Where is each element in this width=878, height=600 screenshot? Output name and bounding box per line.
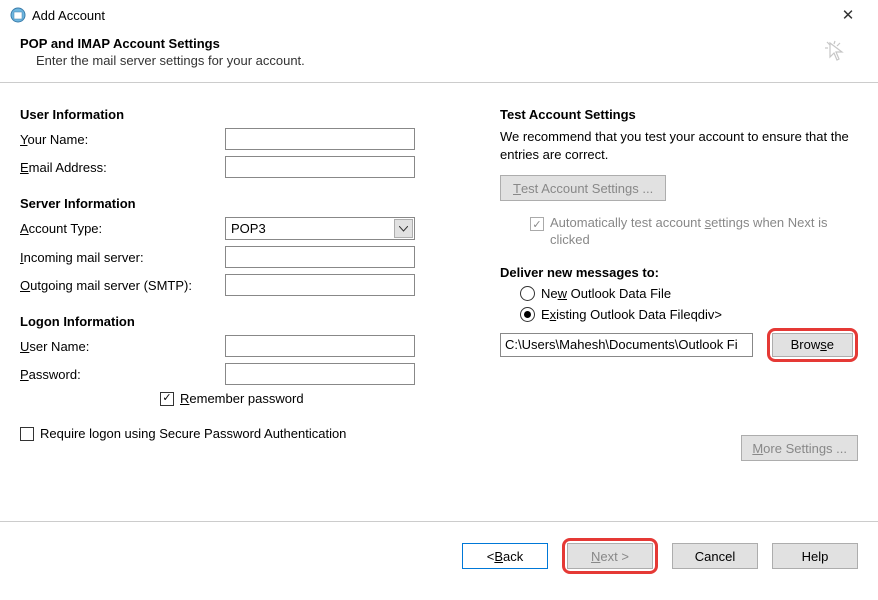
password-input[interactable] bbox=[225, 363, 415, 385]
footer: < Back Next > Cancel Help bbox=[0, 522, 878, 590]
right-column: Test Account Settings We recommend that … bbox=[470, 107, 858, 441]
titlebar: Add Account ✕ bbox=[0, 0, 878, 32]
browse-button[interactable]: Browse bbox=[772, 333, 853, 357]
deliver-title: Deliver new messages to: bbox=[500, 265, 858, 280]
content: User Information Your Name: Email Addres… bbox=[0, 83, 878, 451]
left-column: User Information Your Name: Email Addres… bbox=[20, 107, 470, 441]
cursor-icon bbox=[824, 40, 848, 64]
email-label: Email Address: bbox=[20, 160, 225, 175]
auto-test-label: Automatically test account settings when… bbox=[550, 215, 858, 249]
auto-test-checkbox: ✓ bbox=[530, 217, 544, 231]
your-name-input[interactable] bbox=[225, 128, 415, 150]
more-settings-button[interactable]: More Settings ... bbox=[741, 435, 858, 461]
existing-file-radio[interactable] bbox=[520, 307, 535, 322]
outgoing-input[interactable] bbox=[225, 274, 415, 296]
cancel-button[interactable]: Cancel bbox=[672, 543, 758, 569]
logon-title: Logon Information bbox=[20, 314, 470, 329]
remember-label: Remember password bbox=[180, 391, 304, 406]
spa-checkbox[interactable] bbox=[20, 427, 34, 441]
email-input[interactable] bbox=[225, 156, 415, 178]
incoming-input[interactable] bbox=[225, 246, 415, 268]
test-title: Test Account Settings bbox=[500, 107, 858, 122]
password-label: Password: bbox=[20, 367, 225, 382]
next-button[interactable]: Next > bbox=[567, 543, 653, 569]
test-desc: We recommend that you test your account … bbox=[500, 128, 858, 163]
new-file-radio[interactable] bbox=[520, 286, 535, 301]
data-file-path-input[interactable] bbox=[500, 333, 753, 357]
username-label: User Name: bbox=[20, 339, 225, 354]
chevron-down-icon[interactable] bbox=[394, 219, 413, 238]
page-subtitle: Enter the mail server settings for your … bbox=[20, 53, 824, 68]
app-icon bbox=[10, 7, 26, 23]
your-name-label: Your Name: bbox=[20, 132, 225, 147]
user-info-title: User Information bbox=[20, 107, 470, 122]
next-highlight: Next > bbox=[562, 538, 658, 574]
test-account-button[interactable]: Test Account Settings ... bbox=[500, 175, 666, 201]
remember-checkbox[interactable]: ✓ bbox=[160, 392, 174, 406]
account-type-value: POP3 bbox=[231, 221, 394, 236]
page-title: POP and IMAP Account Settings bbox=[20, 36, 824, 51]
help-button[interactable]: Help bbox=[772, 543, 858, 569]
new-file-label: New Outlook Data File bbox=[541, 286, 671, 301]
account-type-select[interactable]: POP3 bbox=[225, 217, 415, 240]
server-info-title: Server Information bbox=[20, 196, 470, 211]
incoming-label: Incoming mail server: bbox=[20, 250, 225, 265]
existing-file-label: Existing Outlook Data File bbox=[541, 307, 691, 322]
window-title: Add Account bbox=[32, 8, 828, 23]
account-type-label: Account Type: bbox=[20, 221, 225, 236]
back-button[interactable]: < Back bbox=[462, 543, 548, 569]
close-button[interactable]: ✕ bbox=[828, 6, 868, 24]
browse-highlight: Browse bbox=[767, 328, 858, 362]
spa-label: Require logon using Secure Password Auth… bbox=[40, 426, 346, 441]
header: POP and IMAP Account Settings Enter the … bbox=[0, 32, 878, 82]
outgoing-label: Outgoing mail server (SMTP): bbox=[20, 278, 225, 293]
username-input[interactable] bbox=[225, 335, 415, 357]
